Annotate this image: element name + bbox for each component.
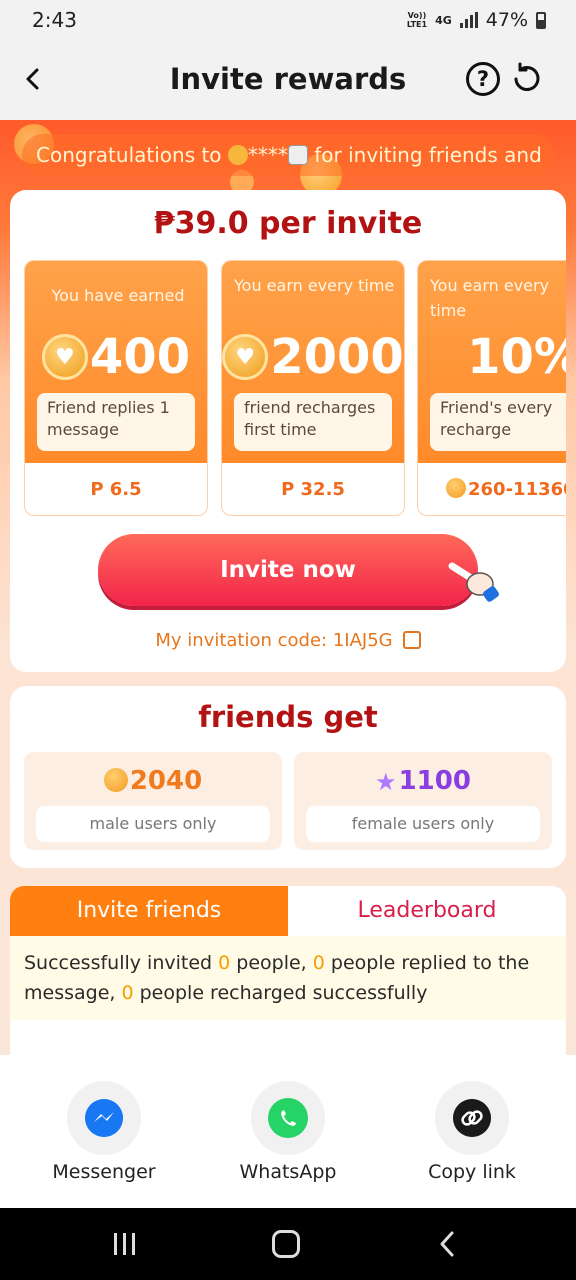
share-copy-link-label: Copy link (428, 1161, 516, 1183)
battery-percent: 47% (485, 9, 528, 31)
messenger-icon (85, 1099, 123, 1137)
tier-heading: You have earned (51, 286, 185, 305)
app-header: Invite rewards ? (0, 44, 576, 120)
nav-back-icon[interactable] (436, 1230, 458, 1258)
recharged-count: 0 (121, 982, 134, 1004)
home-icon[interactable] (272, 1230, 300, 1258)
male-reward-box: 2040 male users only (24, 752, 282, 850)
heart-coin-icon: ♥ (41, 334, 88, 380)
battery-icon (536, 11, 546, 29)
recents-icon[interactable] (112, 1232, 138, 1256)
tier-condition: Friend replies 1 message (37, 393, 195, 451)
tab-leaderboard[interactable]: Leaderboard (288, 886, 566, 936)
help-icon[interactable]: ? (466, 62, 500, 96)
volte-indicator: Vo)) LTE1 (406, 11, 428, 29)
tier-heading: You earn every time (430, 276, 550, 320)
status-bar: 2:43 Vo)) LTE1 4G 47% (0, 0, 576, 44)
female-reward-amount: ★1100 (375, 766, 471, 796)
replied-count: 0 (312, 952, 325, 974)
share-sheet: Messenger WhatsApp Copy link (0, 1055, 576, 1208)
share-whatsapp[interactable]: WhatsApp (218, 1081, 358, 1183)
tab-invite-friends[interactable]: Invite friends (10, 886, 288, 936)
system-nav-bar (0, 1208, 576, 1280)
pointing-hand-icon (448, 562, 499, 602)
invite-summary: Successfully invited 0 people, 0 people … (10, 936, 566, 1020)
per-invite-title: ₱39.0 per invite (153, 206, 423, 241)
share-messenger-label: Messenger (52, 1161, 156, 1183)
dice-icon (287, 145, 308, 165)
male-reward-amount: 2040 (24, 766, 282, 796)
tier-reward: P 6.5 (90, 479, 142, 500)
whatsapp-icon (268, 1098, 308, 1138)
male-reward-label: male users only (36, 806, 270, 842)
signal-icon (459, 12, 478, 28)
tier-reward: 260-11360 (418, 463, 566, 515)
status-icons: Vo)) LTE1 4G 47% (407, 9, 546, 31)
heart-coin-icon (103, 768, 128, 792)
tier-card-every-recharge: You earn every time 10% Friend's every r… (417, 260, 566, 516)
invite-now-button[interactable]: Invite now (98, 534, 478, 606)
invited-count: 0 (218, 952, 231, 974)
tier-amount: 10% (467, 329, 566, 385)
tier-amount: ♥ 2000 (222, 329, 404, 385)
copy-icon[interactable] (402, 631, 421, 649)
history-icon[interactable] (508, 60, 546, 98)
female-reward-label: female users only (306, 806, 540, 842)
reward-tiers[interactable]: You have earned ♥ 400 Friend replies 1 m… (24, 260, 566, 516)
tier-condition: friend recharges first time (234, 393, 392, 451)
tier-amount: ♥ 400 (25, 329, 207, 385)
female-reward-box: ★1100 female users only (294, 752, 552, 850)
status-time: 2:43 (32, 8, 77, 32)
invite-tabs-card: Invite friends Leaderboard Successfully … (10, 886, 566, 1055)
friends-get-card: friends get 2040 male users only ★1100 f… (10, 686, 566, 868)
share-messenger[interactable]: Messenger (34, 1081, 174, 1183)
heart-coin-icon (446, 478, 466, 498)
network-type: 4G (435, 13, 452, 27)
tier-card-first-recharge: You earn every time ♥ 2000 friend rechar… (221, 260, 405, 516)
share-whatsapp-label: WhatsApp (239, 1161, 337, 1183)
friends-get-title: friends get (198, 700, 378, 734)
tier-condition: Friend's every recharge (430, 393, 566, 451)
star-icon: ★ (375, 768, 397, 796)
share-copy-link[interactable]: Copy link (402, 1081, 542, 1183)
congratulations-ticker: Congratulations to **** for inviting fri… (22, 134, 554, 176)
main-content: Congratulations to **** for inviting fri… (0, 120, 576, 1055)
earnings-card: ₱39.0 per invite You have earned ♥ 400 F… (10, 190, 566, 672)
tier-reward: P 32.5 (281, 479, 345, 500)
tier-card-reply: You have earned ♥ 400 Friend replies 1 m… (24, 260, 208, 516)
invitation-code[interactable]: My invitation code: 1IAJ5G (10, 630, 566, 651)
link-icon (453, 1099, 491, 1137)
heart-coin-icon: ♥ (222, 334, 269, 380)
tier-heading: You earn every time (234, 276, 395, 295)
user-avatar-icon (227, 145, 248, 165)
